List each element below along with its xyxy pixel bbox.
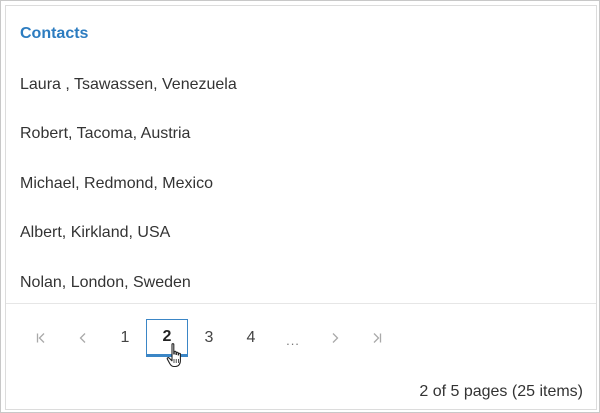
page-2-button-current[interactable]: 2 (146, 319, 188, 357)
page-3-button[interactable]: 3 (188, 319, 230, 357)
previous-page-button[interactable] (62, 319, 104, 357)
pager-divider (6, 303, 596, 304)
page-1-button[interactable]: 1 (104, 319, 146, 357)
screenshot-frame: Contacts Laura , Tsawassen, Venezuela Ro… (0, 0, 600, 413)
more-pages-button[interactable]: ... (272, 319, 314, 357)
last-page-icon (373, 333, 382, 343)
first-page-icon (36, 333, 45, 343)
list-item[interactable]: Nolan, London, Sweden (6, 260, 596, 309)
first-page-button[interactable] (20, 319, 62, 357)
listview-card: Contacts Laura , Tsawassen, Venezuela Ro… (5, 5, 597, 410)
pager-summary: 2 of 5 pages (25 items) (419, 383, 583, 400)
page-4-button[interactable]: 4 (230, 319, 272, 357)
list-header: Contacts (20, 25, 89, 42)
last-page-button[interactable] (356, 319, 398, 357)
contacts-list: Laura , Tsawassen, Venezuela Robert, Tac… (6, 62, 596, 309)
pager: 1 2 3 4 ... (20, 319, 398, 357)
previous-page-icon (79, 333, 86, 343)
next-page-icon (332, 333, 339, 343)
list-item[interactable]: Michael, Redmond, Mexico (6, 161, 596, 210)
list-item[interactable]: Robert, Tacoma, Austria (6, 111, 596, 160)
list-item[interactable]: Albert, Kirkland, USA (6, 210, 596, 259)
list-item[interactable]: Laura , Tsawassen, Venezuela (6, 62, 596, 111)
next-page-button[interactable] (314, 319, 356, 357)
